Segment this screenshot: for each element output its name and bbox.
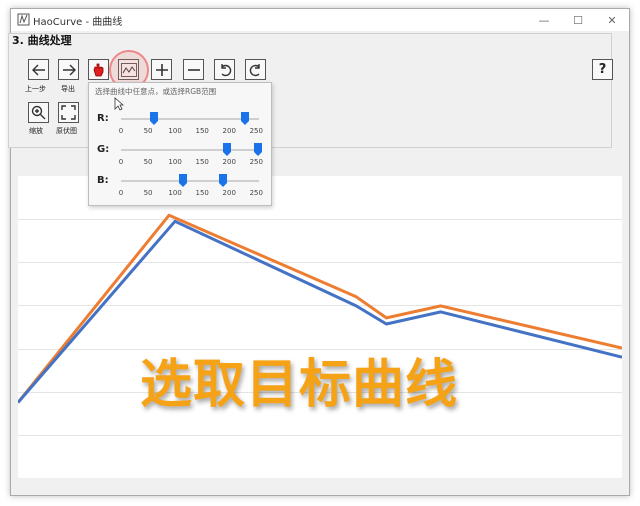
slider-tick-label: 0	[118, 158, 124, 166]
export-label: 导出	[61, 85, 75, 93]
slider-tick-label: 100	[168, 127, 182, 135]
title-bar: HaoCurve - 曲曲线 — ☐ ✕	[11, 9, 629, 31]
slider-tick-label: 50	[143, 158, 153, 166]
undo-icon	[220, 63, 231, 76]
slider-tick-label: 150	[195, 158, 209, 166]
slider-tick-label: 250	[249, 189, 263, 197]
slider-tick-label: 200	[222, 189, 236, 197]
app-logo-icon	[17, 13, 30, 26]
slider-tick-label: 0	[118, 127, 124, 135]
range-slider-track[interactable]	[121, 180, 259, 182]
slider-tick-label: 50	[143, 127, 153, 135]
minus-icon	[187, 68, 200, 71]
zoom-button[interactable]	[28, 102, 49, 123]
slider-tick-label: 100	[168, 189, 182, 197]
slider-max-thumb[interactable]	[218, 174, 227, 187]
slider-tick-label: 50	[143, 189, 153, 197]
range-slider-track[interactable]	[121, 149, 259, 151]
channel-label: R:	[97, 113, 109, 124]
arrow-right-icon	[62, 64, 76, 75]
zoom-label: 缩放	[29, 127, 43, 135]
channel-label: B:	[97, 175, 109, 186]
arrow-left-icon	[31, 64, 45, 75]
add-point-button[interactable]	[151, 59, 172, 80]
window-title: HaoCurve - 曲曲线	[33, 17, 123, 28]
undo-button[interactable]	[214, 59, 235, 80]
mouse-cursor-icon	[114, 97, 124, 111]
panel-title: 3. 曲线处理	[12, 34, 72, 47]
slider-min-thumb[interactable]	[222, 143, 231, 156]
minimize-button[interactable]: —	[527, 9, 561, 31]
fullscreen-label: 原伏图	[56, 127, 77, 135]
overlay-caption: 选取目标曲线	[140, 355, 459, 415]
fullscreen-icon	[61, 105, 76, 120]
back-button[interactable]	[28, 59, 49, 80]
curve-chart	[16, 213, 623, 436]
slider-tick-label: 250	[249, 158, 263, 166]
plus-icon	[155, 63, 168, 76]
close-button[interactable]: ✕	[595, 9, 629, 31]
redo-button[interactable]	[245, 59, 266, 80]
hand-pointer-icon	[93, 63, 104, 77]
maximize-button[interactable]: ☐	[561, 9, 595, 31]
range-slider-track[interactable]	[121, 118, 259, 120]
slider-tick-label: 150	[195, 189, 209, 197]
export-button[interactable]	[58, 59, 79, 80]
slider-min-thumb[interactable]	[150, 112, 158, 125]
popup-hint: 选择曲线中任意点，或选择RGB范围	[95, 87, 217, 96]
zoom-in-icon	[31, 105, 46, 120]
help-button[interactable]: ?	[592, 59, 613, 80]
fullscreen-button[interactable]	[58, 102, 79, 123]
slider-tick-label: 200	[222, 127, 236, 135]
slider-tick-label: 200	[222, 158, 236, 166]
channel-label: G:	[97, 144, 110, 155]
slider-tick-label: 100	[168, 158, 182, 166]
remove-point-button[interactable]	[183, 59, 204, 80]
slider-max-thumb[interactable]	[253, 143, 262, 156]
back-label: 上一步	[25, 85, 46, 93]
redo-icon	[249, 63, 260, 76]
slider-tick-label: 0	[118, 189, 124, 197]
slider-min-thumb[interactable]	[179, 174, 188, 187]
slider-tick-label: 250	[249, 127, 263, 135]
curve-canvas[interactable]	[16, 176, 623, 478]
slider-tick-label: 150	[195, 127, 209, 135]
slider-max-thumb[interactable]	[241, 112, 250, 125]
